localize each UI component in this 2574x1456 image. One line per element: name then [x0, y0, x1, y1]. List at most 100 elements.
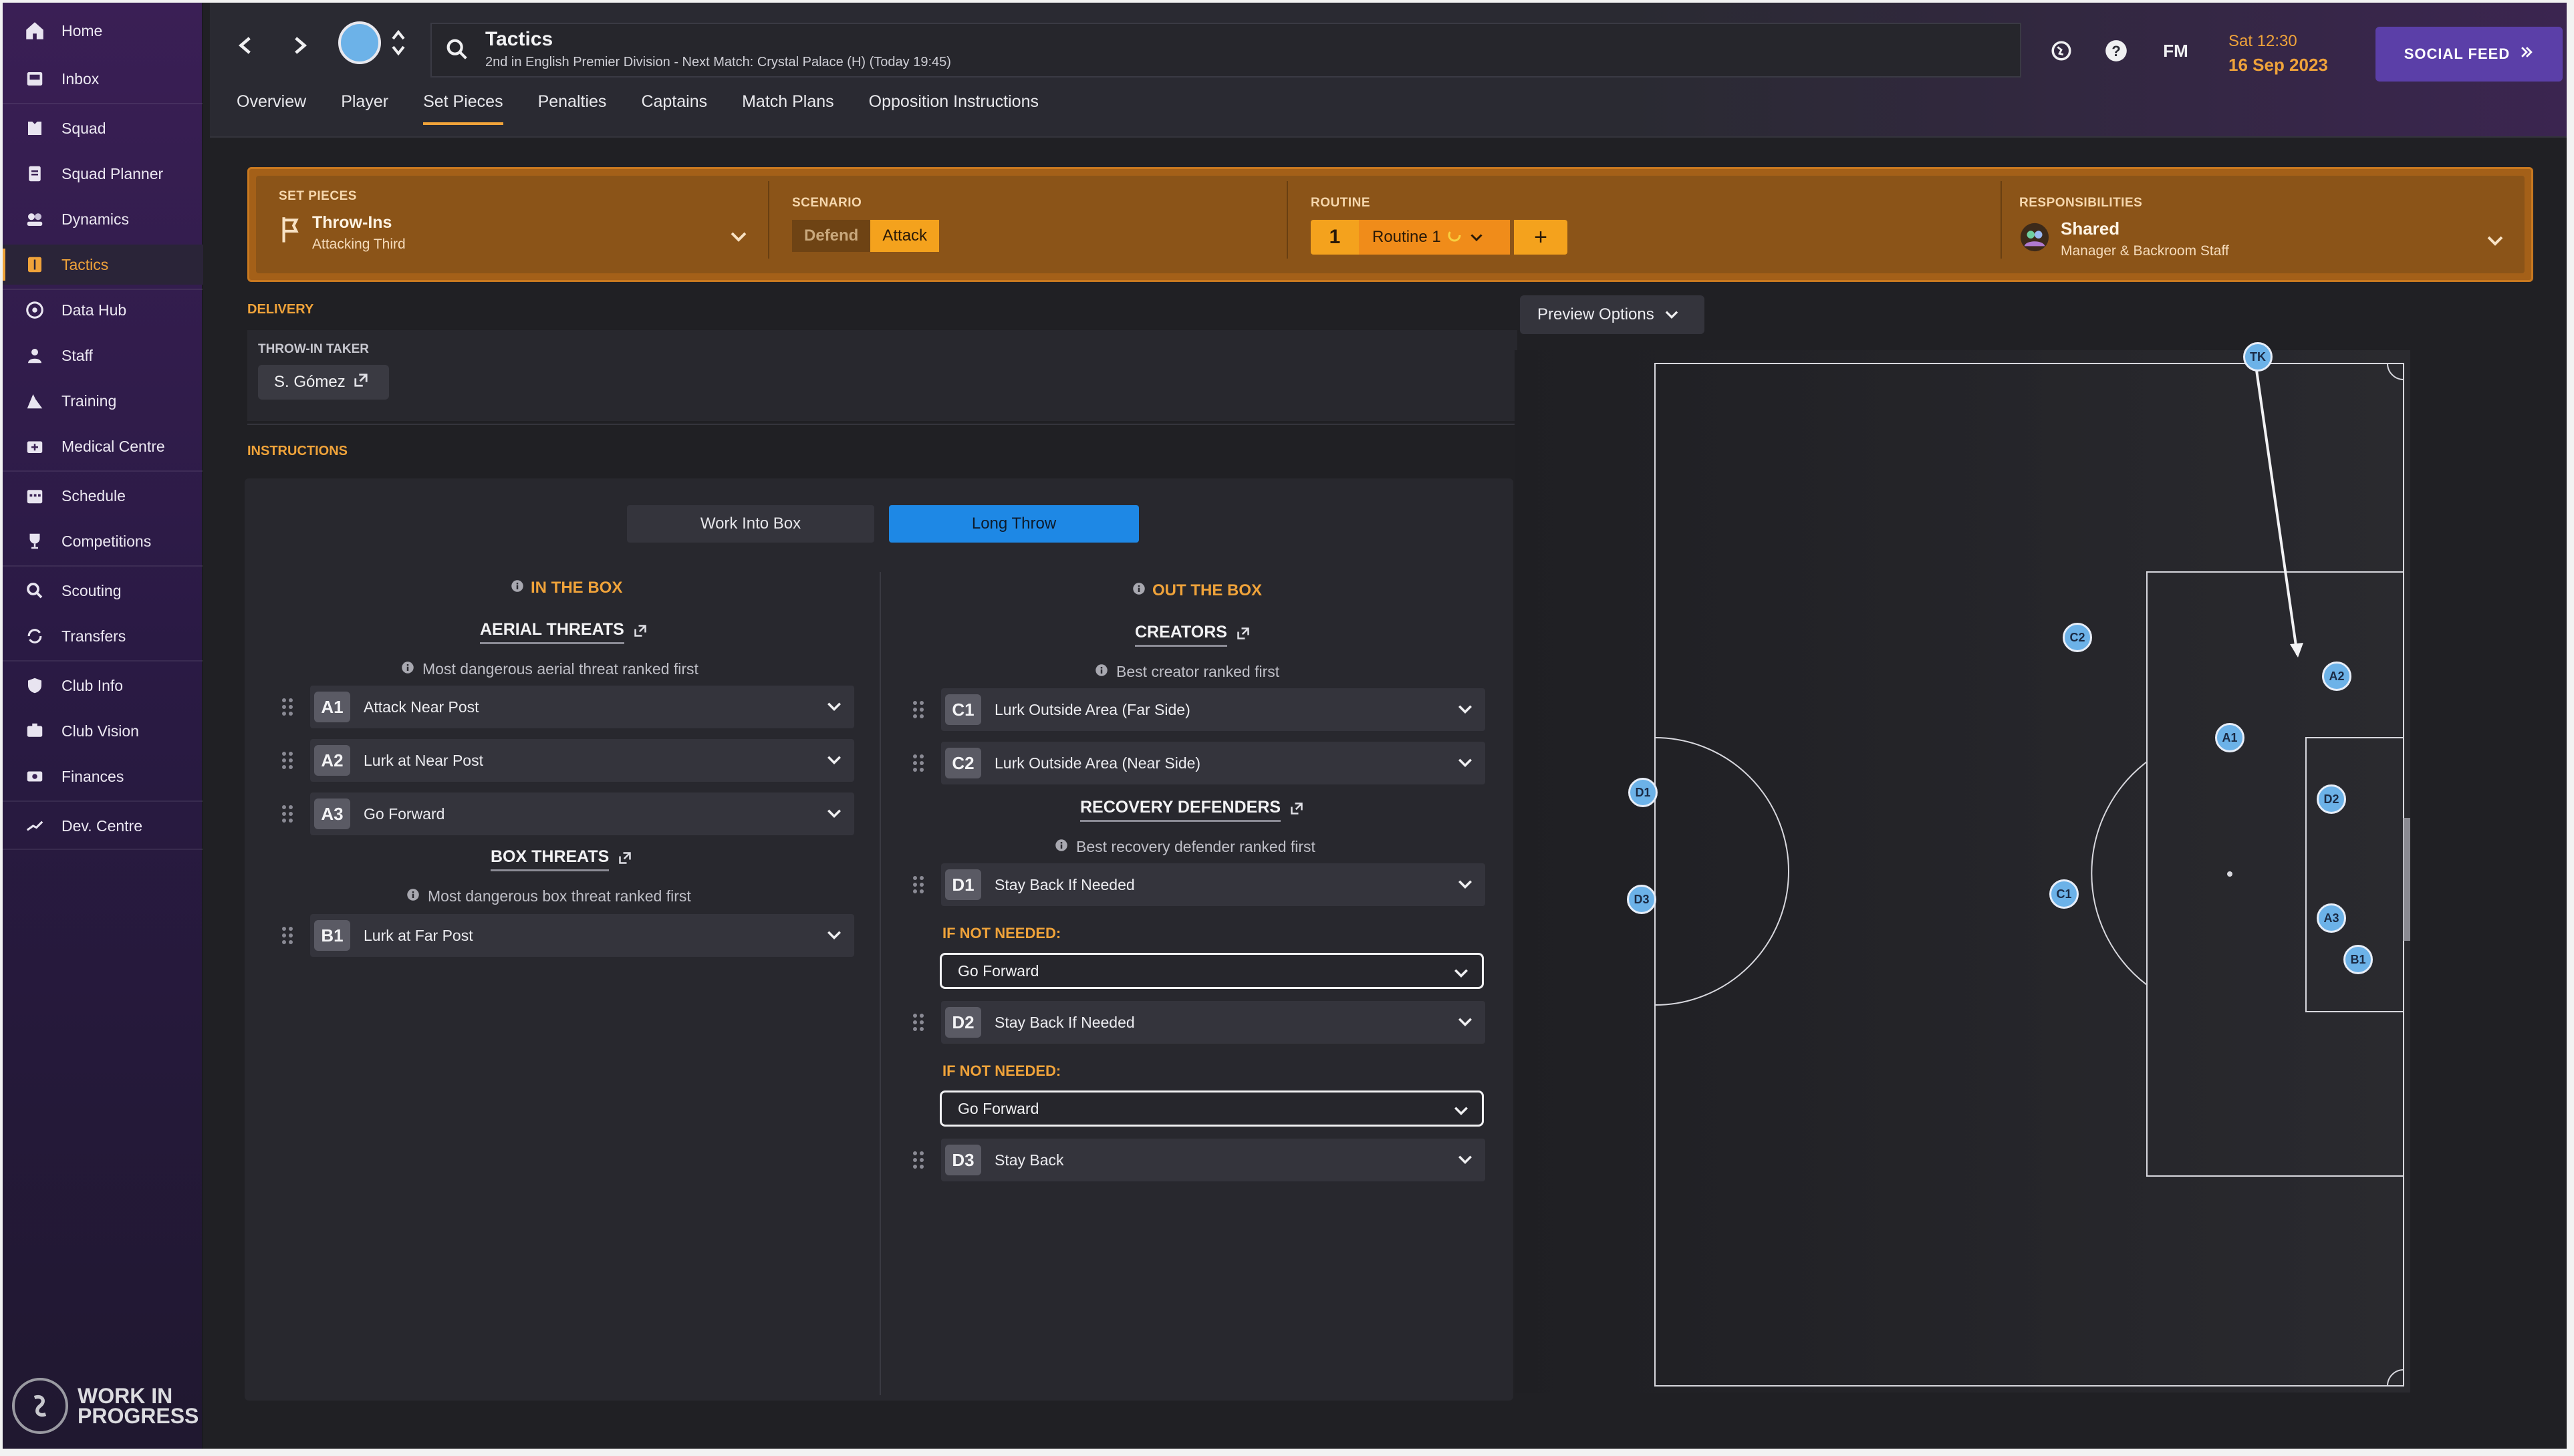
sidebar-item-staff[interactable]: Staff: [3, 335, 203, 376]
sidebar-item-label: Scouting: [61, 581, 122, 599]
drag-handle[interactable]: [282, 747, 298, 774]
position-code: D3: [945, 1145, 981, 1175]
sidebar-item-finances[interactable]: Finances: [3, 756, 203, 796]
throw-in-taker-button[interactable]: S. Gómez: [258, 365, 389, 400]
preview-options-label: Preview Options: [1537, 305, 1654, 323]
sidebar-item-inbox[interactable]: Inbox: [3, 59, 203, 99]
position-code: D2: [945, 1007, 981, 1038]
sidebar-item-scouting[interactable]: Scouting: [3, 571, 203, 611]
sidebar-item-dynamics[interactable]: Dynamics: [3, 199, 203, 239]
back-button[interactable]: [231, 32, 258, 59]
sidebar-item-dev-centre[interactable]: Dev. Centre: [3, 806, 203, 846]
help-icon[interactable]: ?: [2101, 36, 2131, 65]
long-throw-toggle[interactable]: Long Throw: [889, 505, 1139, 543]
pitch-marker-d3[interactable]: D3: [1627, 885, 1656, 914]
sidebar-item-club-info[interactable]: Club Info: [3, 666, 203, 706]
title-search-box[interactable]: Tactics 2nd in English Premier Division …: [430, 23, 2021, 78]
pitch-marker-a1[interactable]: A1: [2215, 723, 2244, 752]
drag-handle[interactable]: [913, 696, 929, 723]
drag-handle[interactable]: [913, 1009, 929, 1036]
info-icon: [1055, 838, 1068, 856]
pitch-marker-tk[interactable]: TK: [2243, 342, 2273, 372]
recovery-row-d2[interactable]: D2 Stay Back If Needed: [941, 1001, 1485, 1044]
chevron-down-icon: [814, 756, 854, 765]
expand-icon[interactable]: [1290, 800, 1303, 820]
pitch-marker-c2[interactable]: C2: [2063, 623, 2092, 652]
sidebar-item-medical-centre[interactable]: Medical Centre: [3, 426, 203, 466]
add-routine-button[interactable]: +: [1514, 220, 1567, 255]
preview-options-button[interactable]: Preview Options: [1520, 295, 1704, 334]
drag-handle[interactable]: [913, 871, 929, 898]
globe-icon[interactable]: [2047, 36, 2076, 65]
work-into-box-toggle[interactable]: Work Into Box: [627, 505, 874, 543]
delivery-heading: DELIVERY: [247, 302, 314, 317]
creator-row-c1[interactable]: C1 Lurk Outside Area (Far Side): [941, 688, 1485, 731]
d1-if-not-needed-select[interactable]: Go Forward: [940, 953, 1484, 989]
sidebar-item-home[interactable]: Home: [3, 11, 203, 51]
social-feed-button[interactable]: SOCIAL FEED: [2375, 27, 2563, 82]
tab-match-plans[interactable]: Match Plans: [742, 92, 834, 125]
tab-opposition-instructions[interactable]: Opposition Instructions: [869, 92, 1039, 125]
sidebar-item-data-hub[interactable]: Data Hub: [3, 290, 203, 330]
search-icon: [21, 577, 48, 604]
responsibilities-selector[interactable]: RESPONSIBILITIES Shared Manager & Backro…: [2019, 196, 2503, 259]
sidebar-item-label: Dynamics: [61, 210, 129, 228]
sidebar-item-transfers[interactable]: Transfers: [3, 616, 203, 656]
recovery-row-d1[interactable]: D1 Stay Back If Needed: [941, 863, 1485, 906]
tab-penalties[interactable]: Penalties: [538, 92, 607, 125]
sidebar-item-schedule[interactable]: Schedule: [3, 476, 203, 516]
drag-handle[interactable]: [913, 750, 929, 776]
forward-button[interactable]: [287, 32, 314, 59]
game-date[interactable]: Sat 12:30 16 Sep 2023: [2228, 32, 2328, 76]
aerial-threat-row-a3[interactable]: A3 Go Forward: [310, 792, 854, 835]
sidebar-item-competitions[interactable]: Competitions: [3, 521, 203, 561]
pitch-marker-b1[interactable]: B1: [2343, 945, 2373, 974]
sidebar-item-training[interactable]: Training: [3, 381, 203, 421]
tab-overview[interactable]: Overview: [237, 92, 306, 125]
drag-handle[interactable]: [282, 694, 298, 720]
pitch-preview[interactable]: TK C2 A2 A1 D2 D1 C1 D3 A3 B1: [1515, 342, 2410, 1393]
sidebar-item-tactics[interactable]: Tactics: [3, 245, 203, 285]
expand-icon[interactable]: [634, 623, 647, 642]
sidebar-item-squad-planner[interactable]: Squad Planner: [3, 154, 203, 194]
tab-set-pieces[interactable]: Set Pieces: [423, 92, 503, 125]
pitch-marker-d2[interactable]: D2: [2317, 784, 2346, 814]
drag-handle[interactable]: [282, 800, 298, 827]
pitch-marker-a2[interactable]: A2: [2322, 662, 2351, 691]
instructions-heading: INSTRUCTIONS: [247, 444, 348, 458]
set-piece-selector[interactable]: SET PIECES Throw-Ins Attacking Third: [279, 189, 747, 253]
clipboard-icon: [21, 160, 48, 187]
routine-dropdown[interactable]: Routine 1: [1359, 220, 1510, 255]
sidebar-item-label: Staff: [61, 346, 93, 364]
sidebar-item-club-vision[interactable]: Club Vision: [3, 711, 203, 751]
position-code: A3: [314, 798, 350, 829]
drag-handle[interactable]: [282, 922, 298, 949]
club-badge-icon[interactable]: [338, 21, 381, 64]
expand-icon[interactable]: [618, 850, 632, 869]
page-subtitle: 2nd in English Premier Division - Next M…: [485, 55, 951, 69]
scenario-defend-button[interactable]: Defend: [792, 220, 871, 252]
info-icon: [401, 660, 414, 678]
aerial-threat-row-a1[interactable]: A1 Attack Near Post: [310, 686, 854, 728]
chevron-down-icon: [2487, 236, 2503, 250]
recovery-row-d3[interactable]: D3 Stay Back: [941, 1139, 1485, 1181]
position-code: C2: [945, 748, 981, 778]
pitch-marker-c1[interactable]: C1: [2049, 879, 2079, 909]
pitch-marker-a3[interactable]: A3: [2317, 903, 2346, 933]
svg-text:?: ?: [2111, 43, 2121, 59]
aerial-threat-row-a2[interactable]: A2 Lurk at Near Post: [310, 739, 854, 782]
creator-row-c2[interactable]: C2 Lurk Outside Area (Near Side): [941, 742, 1485, 784]
tab-captains[interactable]: Captains: [641, 92, 707, 125]
pitch-marker-d1[interactable]: D1: [1628, 778, 1658, 807]
scenario-attack-button[interactable]: Attack: [870, 220, 940, 252]
expand-icon[interactable]: [1237, 625, 1250, 645]
sidebar-item-squad[interactable]: Squad: [3, 108, 203, 148]
drag-handle[interactable]: [913, 1147, 929, 1173]
throw-in-taker-panel: THROW-IN TAKER S. Gómez: [247, 330, 1517, 421]
sidebar-item-label: Tactics: [61, 255, 109, 273]
club-switch-chevrons-icon[interactable]: [385, 23, 412, 63]
box-threat-row-b1[interactable]: B1 Lurk at Far Post: [310, 914, 854, 957]
fm-menu-button[interactable]: FM: [2152, 36, 2199, 65]
d2-if-not-needed-select[interactable]: Go Forward: [940, 1090, 1484, 1127]
tab-player[interactable]: Player: [341, 92, 388, 125]
